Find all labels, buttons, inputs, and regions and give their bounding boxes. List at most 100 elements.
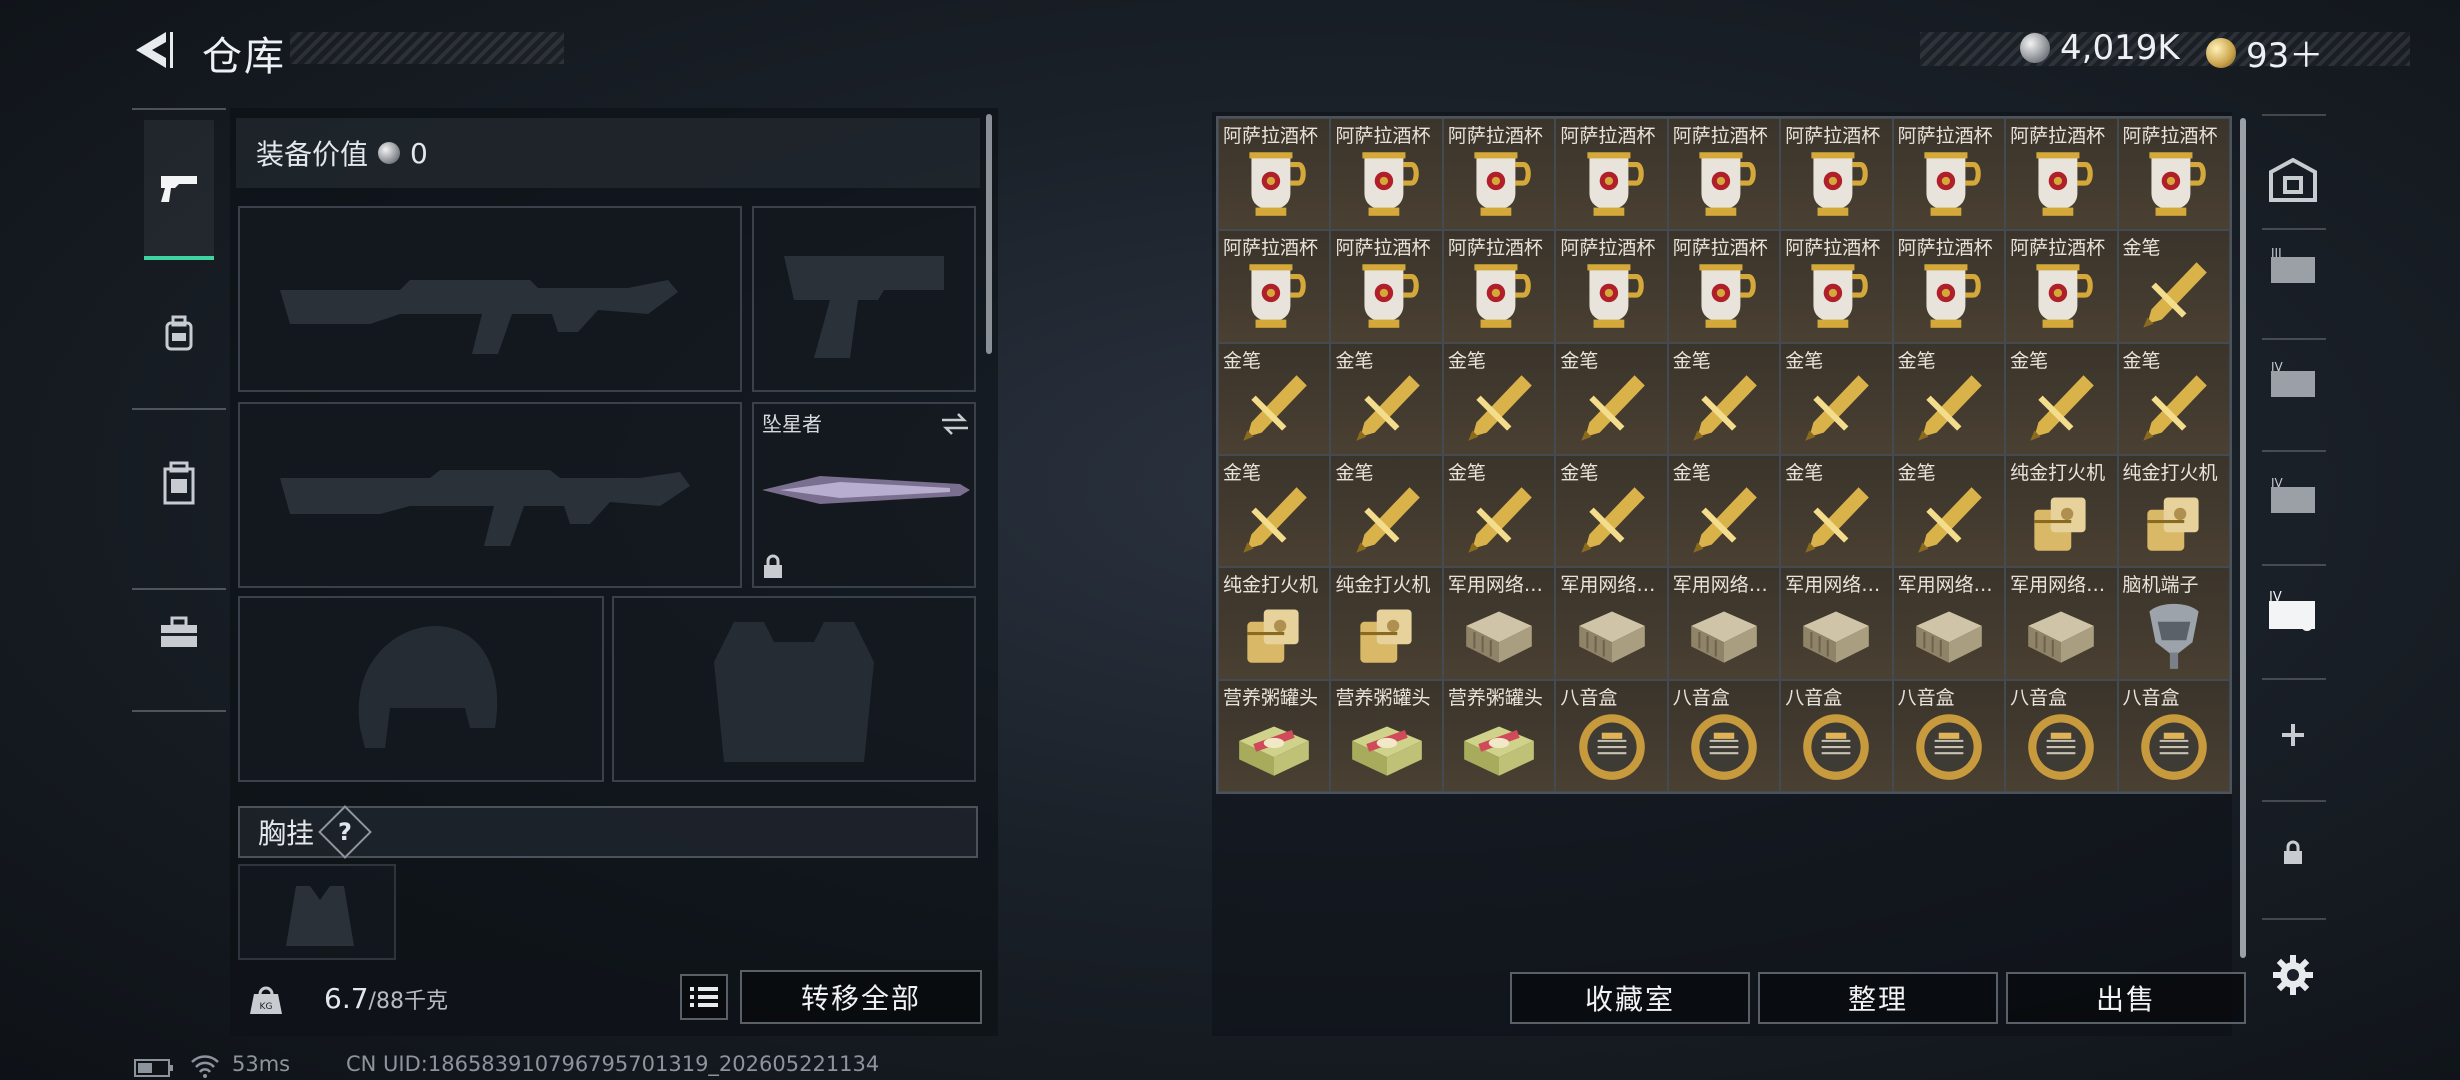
storage-item[interactable]: 阿萨拉酒杯 <box>1442 118 1556 231</box>
add-storage-button[interactable] <box>2260 702 2326 768</box>
storage-item[interactable]: 阿萨拉酒杯 <box>1667 118 1781 231</box>
storage-item[interactable]: 阿萨拉酒杯 <box>1780 230 1893 343</box>
storage-item[interactable]: 金笔 <box>1667 455 1781 568</box>
storage-item[interactable]: 纯金打火机 <box>1330 567 1443 680</box>
storage-item[interactable]: 金笔 <box>1667 342 1781 455</box>
storage-item[interactable]: 营养粥罐头 <box>1218 679 1331 792</box>
storage-crate-icon: IV <box>2271 477 2315 513</box>
storage-item[interactable]: 金笔 <box>1892 342 2006 455</box>
tab-toolbox[interactable] <box>144 598 214 668</box>
storage-item[interactable]: 军用网络… <box>2005 567 2118 680</box>
tab-storage-3[interactable]: III <box>2260 234 2326 300</box>
pistol-slot[interactable] <box>752 206 976 392</box>
gold-currency[interactable]: 93＋ <box>2206 28 2323 77</box>
storage-item[interactable]: 阿萨拉酒杯 <box>1330 118 1443 231</box>
storage-item[interactable]: 营养粥罐头 <box>1442 679 1556 792</box>
storage-item[interactable]: 阿萨拉酒杯 <box>1780 118 1893 231</box>
tab-weapons[interactable] <box>144 120 214 260</box>
storage-item[interactable]: 阿萨拉酒杯 <box>1892 118 2006 231</box>
storage-item[interactable]: 金笔 <box>1218 455 1331 568</box>
storage-item[interactable]: 纯金打火机 <box>2005 455 2118 568</box>
storage-item[interactable]: 金笔 <box>1892 455 2006 568</box>
storage-item[interactable]: 金笔 <box>1442 342 1556 455</box>
storage-item[interactable]: 八音盒 <box>1892 679 2006 792</box>
current-weight: 6.7 <box>324 982 369 1015</box>
storage-item[interactable]: 金笔 <box>1330 342 1443 455</box>
storage-item[interactable]: 金笔 <box>1555 455 1668 568</box>
goblet-icon <box>1249 264 1306 329</box>
storage-item[interactable]: 阿萨拉酒杯 <box>2005 118 2118 231</box>
back-arrow-icon[interactable] <box>130 26 178 74</box>
settings-button[interactable] <box>2260 942 2326 1008</box>
gold-pen-icon <box>2030 374 2095 441</box>
storage-item[interactable]: 金笔 <box>1442 455 1556 568</box>
storage-item[interactable]: 军用网络… <box>1442 567 1556 680</box>
tab-storage-4b[interactable]: IV <box>2260 464 2326 530</box>
tab-backpack[interactable] <box>144 298 214 368</box>
storage-item[interactable]: 军用网络… <box>1780 567 1893 680</box>
tab-case[interactable] <box>144 448 214 518</box>
storage-item[interactable]: 金笔 <box>1218 342 1331 455</box>
sell-button[interactable]: 出售 <box>2006 972 2246 1024</box>
storage-item[interactable]: 金笔 <box>1780 455 1893 568</box>
storage-item[interactable]: 阿萨拉酒杯 <box>1442 230 1556 343</box>
swap-icon[interactable] <box>940 412 970 436</box>
list-view-button[interactable] <box>680 974 728 1020</box>
transfer-all-button[interactable]: 转移全部 <box>740 970 982 1024</box>
storage-item[interactable]: 阿萨拉酒杯 <box>1330 230 1443 343</box>
chest-rig-slot[interactable] <box>238 864 396 960</box>
tab-storage-4c[interactable]: IV <box>2260 580 2326 646</box>
storage-item[interactable]: 军用网络… <box>1892 567 2006 680</box>
sort-button[interactable]: 整理 <box>1758 972 1998 1024</box>
silver-coin-icon <box>378 142 401 164</box>
secondary-weapon-slot[interactable] <box>238 402 742 588</box>
storage-item[interactable]: 营养粥罐头 <box>1330 679 1443 792</box>
goblet-icon <box>2036 152 2094 216</box>
storage-item[interactable]: 阿萨拉酒杯 <box>2005 230 2118 343</box>
storage-scrollbar[interactable] <box>2240 118 2246 958</box>
silver-currency[interactable]: 4,019K <box>2020 28 2180 68</box>
storage-item[interactable]: 八音盒 <box>1780 679 1893 792</box>
storage-item[interactable]: 纯金打火机 <box>2117 455 2230 568</box>
storage-item[interactable]: 阿萨拉酒杯 <box>1555 118 1668 231</box>
military-network-device-icon <box>1578 611 1645 664</box>
primary-weapon-slot[interactable] <box>238 206 742 392</box>
storage-item[interactable]: 阿萨拉酒杯 <box>1218 230 1331 343</box>
storage-item[interactable]: 阿萨拉酒杯 <box>1218 118 1331 231</box>
storage-item[interactable]: 阿萨拉酒杯 <box>1555 230 1668 343</box>
storage-crate-icon: III <box>2271 247 2315 283</box>
armor-slot[interactable] <box>612 596 976 782</box>
music-box-icon <box>1691 713 1757 780</box>
storage-item[interactable]: 金笔 <box>2117 230 2230 343</box>
help-icon[interactable]: ? <box>318 805 372 859</box>
storage-item[interactable]: 金笔 <box>2117 342 2230 455</box>
storage-item[interactable]: 八音盒 <box>1667 679 1781 792</box>
goblet-icon <box>1474 264 1531 329</box>
svg-text:IV: IV <box>2269 591 2282 605</box>
storage-item[interactable]: 金笔 <box>1555 342 1668 455</box>
storage-item[interactable]: 阿萨拉酒杯 <box>2117 118 2230 231</box>
chest-rig-silhouette-icon <box>286 886 354 946</box>
storage-item[interactable]: 脑机端子 <box>2117 567 2230 680</box>
storage-item[interactable]: 金笔 <box>2005 342 2118 455</box>
storage-item[interactable]: 八音盒 <box>2117 679 2230 792</box>
equipment-scrollbar[interactable] <box>986 114 992 354</box>
storage-item[interactable]: 阿萨拉酒杯 <box>1892 230 2006 343</box>
collection-room-button[interactable]: 收藏室 <box>1510 972 1750 1024</box>
storage-item[interactable]: 八音盒 <box>2005 679 2118 792</box>
military-network-device-icon <box>2028 611 2095 664</box>
helmet-slot[interactable] <box>238 596 604 782</box>
storage-item[interactable]: 金笔 <box>1330 455 1443 568</box>
gold-pen-icon <box>1468 374 1532 441</box>
tab-safe-box[interactable] <box>2260 146 2326 212</box>
storage-item[interactable]: 军用网络… <box>1555 567 1668 680</box>
storage-item[interactable]: 纯金打火机 <box>1218 567 1331 680</box>
melee-slot[interactable]: 坠星者 <box>752 402 976 588</box>
storage-item[interactable]: 军用网络… <box>1667 567 1781 680</box>
goblet-icon <box>1249 152 1306 216</box>
tab-storage-4a[interactable]: IV <box>2260 348 2326 414</box>
storage-item[interactable]: 金笔 <box>1780 342 1893 455</box>
storage-item[interactable]: 阿萨拉酒杯 <box>1667 230 1781 343</box>
music-box-icon <box>1803 713 1870 780</box>
storage-item[interactable]: 八音盒 <box>1555 679 1668 792</box>
